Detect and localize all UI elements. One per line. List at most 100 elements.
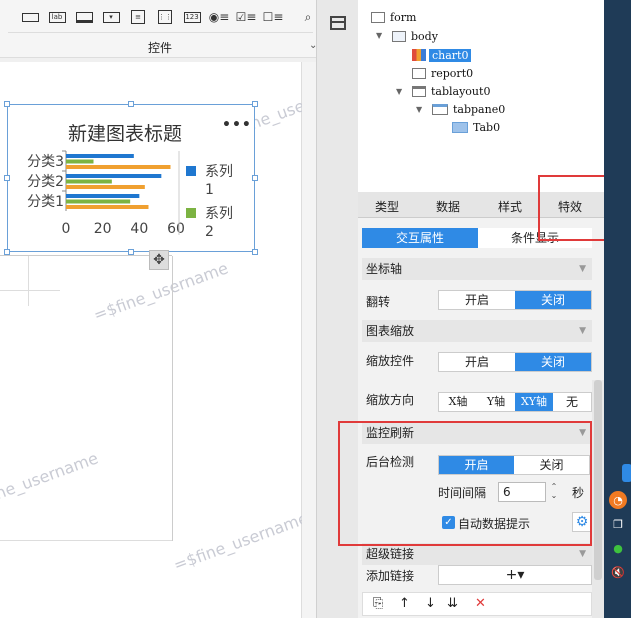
tab-icon [452,121,468,133]
tree-node-tab0[interactable]: Tab0 [452,119,500,135]
zoom-off-option[interactable]: 关闭 [515,353,591,371]
zoom-control-toggle[interactable]: 开启 关闭 [438,352,592,372]
add-link-button[interactable]: +▾ [438,565,592,585]
panel-scrollbar-thumb[interactable] [594,380,602,580]
tree-node-label: tablayout0 [431,84,491,98]
legend-label: 系列 [205,206,233,222]
search-icon[interactable]: ⌕ [298,8,318,26]
canvas-grid-line [0,290,60,291]
resize-handle[interactable] [252,175,258,181]
number-icon[interactable]: 123 [182,8,202,26]
resize-handle[interactable] [4,249,10,255]
layout-icon[interactable] [330,16,346,30]
flip-label: 翻转 [366,295,391,309]
checkbox-list-icon[interactable]: ☐≡ [263,8,284,26]
flip-off-option[interactable]: 关闭 [515,291,591,309]
zoom-direction-label: 缩放方向 [366,393,415,407]
resize-handle[interactable] [128,101,134,107]
zoom-direction-selector[interactable]: X轴 Y轴 XY轴 无 [438,392,592,412]
zoom-on-option[interactable]: 开启 [439,353,515,371]
section-title: 图表缩放 [366,324,415,338]
resize-handle[interactable] [128,249,134,255]
highlight-effects-tab [538,175,608,241]
mute-icon[interactable]: 🔇 [609,563,627,581]
chart-plot: 分类1 分类2 分类3 0 20 40 60 系列 1 系列 2 [27,150,233,240]
widget-toolbar: lab ▾ ≡ ⋮⋮ 123 ◉≡ ☑≡ ☐≡ ⌕ 控件 ⌄ [0,0,320,58]
subtab-interaction[interactable]: 交互属性 [362,228,478,248]
section-hyperlink[interactable]: 超级链接 ▼ [362,543,592,565]
tree-node-form[interactable]: form [371,9,416,25]
tree-node-tabpane0[interactable]: tabpane0 [432,101,505,117]
zoom-x-option[interactable]: X轴 [439,393,477,411]
tree-node-label: report0 [431,66,474,80]
form-icon[interactable]: ≡ [128,8,148,26]
label-tool-text: lab [48,11,66,23]
checkbox-group-icon[interactable]: ☑≡ [236,8,257,26]
flip-on-option[interactable]: 开启 [439,291,515,309]
chat-tray-icon[interactable]: ● [609,539,627,557]
radio-group-icon[interactable]: ◉≡ [209,8,230,26]
bar [66,179,112,184]
tree-node-label: form [390,10,417,24]
app-tray-icon[interactable] [622,464,631,482]
bar [66,194,140,198]
x-tick-label: 20 [94,221,112,237]
tree-node-label: body [411,29,438,43]
tab-style[interactable]: 样式 [498,198,522,215]
resize-handle[interactable] [252,249,258,255]
caret-down-icon: ▼ [579,549,586,559]
caret-down-icon[interactable]: ▼ [416,105,422,114]
section-chart-zoom[interactable]: 图表缩放 ▼ [362,320,592,342]
copy-icon[interactable]: ⎘ [373,596,383,611]
bar [66,199,131,204]
tree-node-body[interactable]: body [392,28,438,44]
move-handle-icon[interactable]: ✥ [149,250,169,270]
zoom-y-option[interactable]: Y轴 [477,393,515,411]
window-tray-icon[interactable]: ❐ [609,515,627,533]
tab-data[interactable]: 数据 [436,198,460,215]
resize-handle[interactable] [252,101,258,107]
section-axis[interactable]: 坐标轴 ▼ [362,258,592,280]
tab-type[interactable]: 类型 [375,198,399,215]
canvas-grid-line [0,255,172,256]
flip-toggle[interactable]: 开启 关闭 [438,290,592,310]
tablayout-icon [412,85,426,97]
dropdown-icon[interactable]: ▾ [101,8,121,26]
tabpane-icon [432,103,448,115]
table-icon[interactable]: ⋮⋮ [155,8,175,26]
text-field-icon[interactable] [20,8,40,26]
bar [66,205,149,209]
zoom-none-option[interactable]: 无 [553,393,591,411]
tree-node-chart0[interactable]: chart0 [412,47,472,63]
chart-icon [412,49,426,61]
button-icon[interactable] [74,8,94,26]
move-to-bottom-icon[interactable]: ⇊ [447,596,458,611]
add-link-label: 添加链接 [366,569,415,583]
resize-handle[interactable] [4,101,10,107]
panel-scrollbar[interactable] [592,380,604,618]
legend-swatch [186,208,196,218]
report-icon [412,67,426,79]
body-icon [392,30,406,42]
chart-widget[interactable]: 新建图表标题 ••• 分类1 分类2 分类3 0 20 40 60 系列 1 系列 2 [7,104,255,252]
bar [66,174,162,178]
delete-icon[interactable]: ✕ [475,596,486,611]
canvas-scrollbar[interactable] [302,62,316,618]
zoom-xy-option[interactable]: XY轴 [515,393,553,411]
caret-down-icon[interactable]: ▼ [376,31,382,40]
caret-down-icon[interactable]: ▼ [396,87,402,96]
hyperlink-toolbar: ⎘ ↑ ↓ ⇊ ✕ [362,592,592,616]
zoom-control-label: 缩放控件 [366,354,415,368]
x-tick-label: 60 [167,221,185,237]
tray-app-icon[interactable]: ◔ [609,491,627,509]
tree-node-tablayout0[interactable]: tablayout0 [412,83,490,99]
tree-node-report0[interactable]: report0 [412,65,473,81]
arrow-down-icon[interactable]: ↓ [425,596,436,611]
resize-handle[interactable] [4,175,10,181]
arrow-up-icon[interactable]: ↑ [399,596,410,611]
label-icon[interactable]: lab [47,8,67,26]
legend-label-number: 2 [205,224,214,240]
tree-node-label: Tab0 [473,120,501,134]
canvas-grid-line [28,256,29,306]
bar [66,185,145,189]
